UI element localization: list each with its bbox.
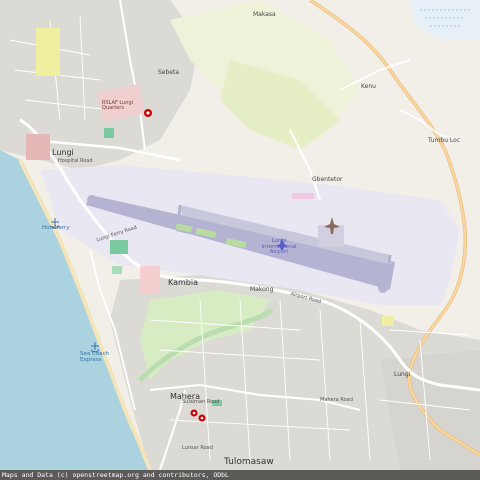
poi-label-sea-coach: Sea Coach Express: [80, 351, 110, 363]
green-lot-south: [110, 240, 128, 254]
place-label-tulomasaw: Tulomasaw: [224, 457, 274, 467]
place-label-lungi-loop: Lungi: [394, 371, 411, 378]
place-label-makong: Makong: [250, 286, 274, 293]
place-label-gbentetor: Gbentetor: [312, 176, 343, 183]
place-label-kambia: Kambia: [168, 278, 199, 287]
green-lot-south-2: [112, 266, 122, 274]
map-attribution: Maps and Data (c) openstreetmap.org and …: [0, 470, 480, 480]
airport-label[interactable]: Lungi International Airport: [254, 238, 304, 256]
hospital-area-south: [140, 266, 160, 294]
poi-label-hotelferry: Hotelferry: [42, 225, 70, 231]
runway-end-west: [87, 195, 97, 205]
place-label-kenu: Kenu: [361, 83, 376, 90]
map-canvas: [0, 0, 480, 480]
runway-end-east: [378, 283, 388, 293]
hospital-area: [26, 134, 50, 160]
poi-label-rslaf-quarters: RSLAF Lungi Quarters: [102, 100, 134, 111]
green-square: [104, 128, 114, 138]
place-label-makasa: Makasa: [253, 11, 276, 18]
road-label-sulaiman-road: Sulaiman Road: [182, 399, 220, 405]
road-label-mahera-road: Mahera Road: [320, 397, 353, 403]
town-label-lungi: Lungi: [52, 148, 74, 157]
road-label-hospital-road: Hospital Road: [58, 158, 93, 164]
apron-pink: [292, 193, 314, 199]
map-view[interactable]: Makasa Sebeta Kenu Tumbu Loc Gbentetor R…: [0, 0, 480, 480]
place-label-tumbu-loc: Tumbu Loc: [428, 137, 461, 144]
road-label-lunsar-road: Lunsar Road: [182, 445, 213, 451]
place-label-sebeta: Sebeta: [158, 69, 180, 76]
hospital-marker-north: [144, 109, 152, 117]
school-area-north: [36, 28, 60, 76]
yellow-lot-east: [382, 316, 394, 326]
